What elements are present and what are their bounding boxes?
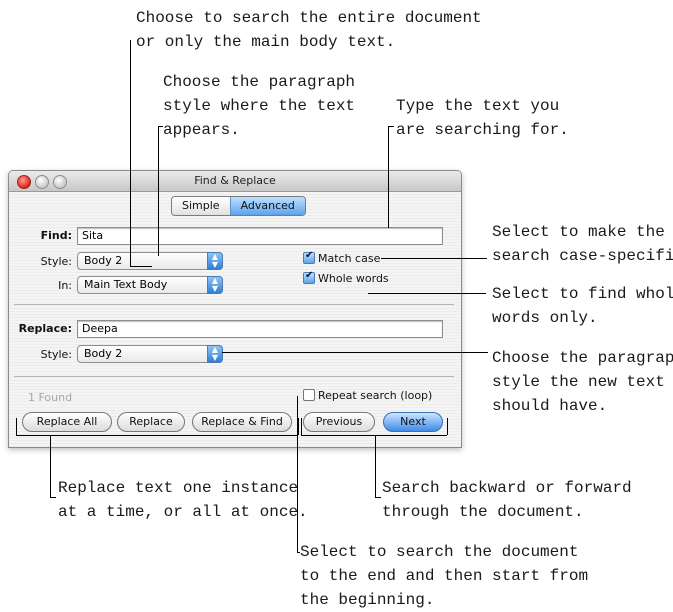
replace-style-popup[interactable]: Body 2 ▲ ▼ [77, 345, 223, 363]
find-input[interactable]: Sita [77, 227, 443, 245]
replace-button[interactable]: Replace [117, 412, 185, 432]
replace-and-find-button[interactable]: Replace & Find [192, 412, 292, 432]
whole-words-checkbox[interactable]: Whole words [303, 270, 389, 285]
callout-paragraph-style-find: Choose the paragraph style where the tex… [163, 73, 356, 139]
find-style-label: Style: [40, 255, 72, 268]
callout-whole-words: Select to find whole words only. [492, 285, 673, 327]
whole-words-label: Whole words [318, 272, 389, 285]
checkbox-checked-icon [303, 270, 315, 284]
in-label: In: [58, 279, 72, 292]
next-button[interactable]: Next [383, 412, 443, 432]
repeat-loop-checkbox[interactable]: Repeat search (loop) [303, 389, 432, 402]
tab-advanced[interactable]: Advanced [229, 197, 305, 215]
find-style-value: Body 2 [84, 254, 123, 267]
in-value: Main Text Body [84, 278, 168, 291]
replace-all-button[interactable]: Replace All [22, 412, 112, 432]
section-divider [14, 376, 454, 377]
find-style-popup[interactable]: Body 2 ▲ ▼ [77, 252, 223, 270]
callout-loop: Select to search the document to the end… [300, 543, 589, 609]
previous-button[interactable]: Previous [303, 412, 375, 432]
in-popup[interactable]: Main Text Body ▲ ▼ [77, 276, 223, 294]
replace-style-value: Body 2 [84, 347, 123, 360]
repeat-loop-label: Repeat search (loop) [318, 389, 433, 402]
popup-arrows-icon: ▲ ▼ [207, 252, 223, 270]
mode-segmented-control: Simple Advanced [171, 196, 306, 216]
checkbox-checked-icon [303, 250, 315, 264]
callout-match-case: Select to make the search case-specific. [492, 223, 673, 265]
callout-direction: Search backward or forward through the d… [382, 479, 632, 521]
checkbox-unchecked-icon [303, 389, 315, 401]
callout-paragraph-style-new: Choose the paragraph style the new text … [492, 349, 673, 415]
match-case-label: Match case [318, 252, 381, 265]
found-status: 1 Found [28, 391, 73, 404]
title-bar[interactable]: Find & Replace [9, 171, 461, 192]
callout-search-scope: Choose to search the entire document or … [136, 9, 482, 51]
replace-label: Replace: [18, 322, 72, 335]
tab-simple[interactable]: Simple [172, 197, 230, 215]
match-case-checkbox[interactable]: Match case [303, 250, 381, 265]
popup-arrows-icon: ▲ ▼ [207, 276, 223, 294]
callout-type-text: Type the text you are searching for. [396, 97, 569, 139]
callout-replace: Replace text one instance at a time, or … [58, 479, 308, 521]
find-label: Find: [40, 229, 72, 242]
section-divider [14, 304, 454, 305]
replace-input[interactable]: Deepa [77, 320, 443, 338]
window-title: Find & Replace [194, 174, 276, 187]
popup-arrows-icon: ▲ ▼ [207, 345, 223, 363]
replace-style-label: Style: [40, 348, 72, 361]
